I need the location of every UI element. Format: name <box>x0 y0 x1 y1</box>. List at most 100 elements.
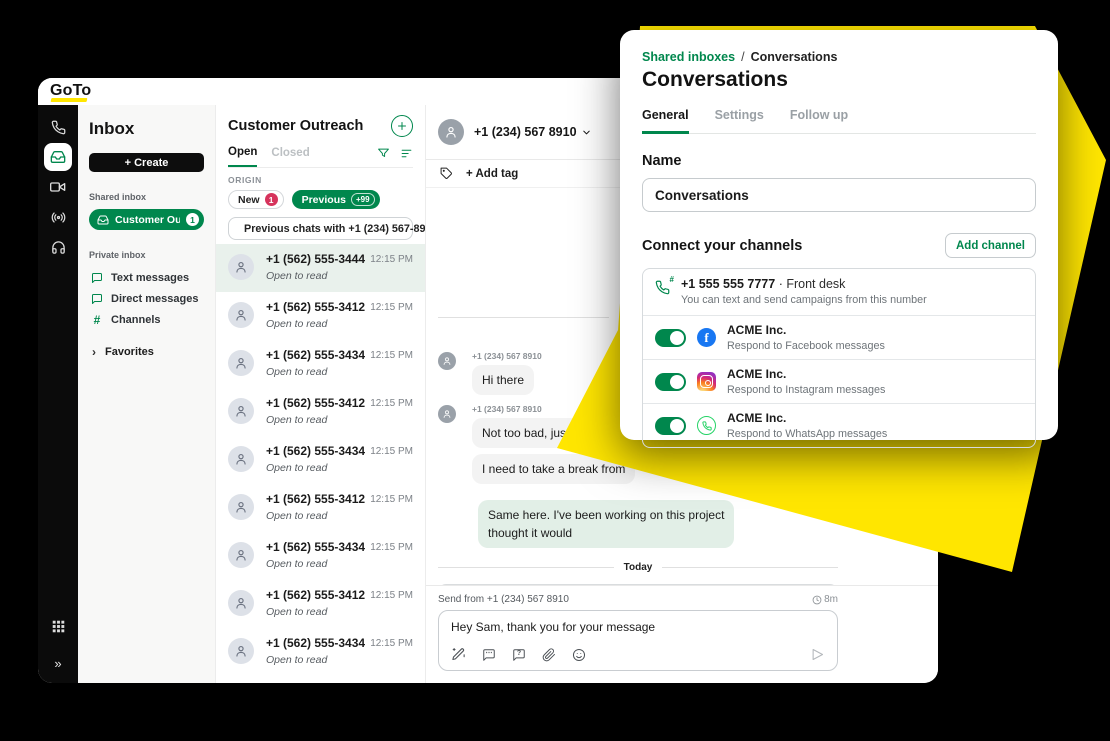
canvas: GoTo » Inbox + Create Shared inbox <box>0 0 1110 741</box>
avatar <box>228 446 254 472</box>
chat-contact-name: +1 (234) 567 8910 <box>474 125 577 139</box>
emoji-icon[interactable] <box>572 648 586 662</box>
conversation-time: 12:15 PM <box>370 350 413 361</box>
channel-description: Respond to WhatsApp messages <box>727 428 887 440</box>
conversation-list-title: Customer Outreach <box>228 118 363 134</box>
tab-open[interactable]: Open <box>228 146 257 167</box>
previous-count-badge: +99 <box>351 193 375 206</box>
facebook-toggle[interactable] <box>655 329 686 347</box>
message-bubble: Same here. I've been working on this pro… <box>478 500 734 548</box>
breadcrumb: Shared inboxes / Conversations <box>642 50 1036 64</box>
conversation-row[interactable]: +1 (562) 555-3412 Open to read 12:15 PM <box>216 676 425 683</box>
avatar <box>228 398 254 424</box>
sidebar-item-customer-outreach[interactable]: Customer Outreach 1 <box>89 209 204 230</box>
sort-icon[interactable] <box>400 147 413 160</box>
page-title: Conversations <box>642 68 1036 92</box>
sidebar-item-direct-messages[interactable]: Direct messages <box>89 288 204 309</box>
conversation-row[interactable]: +1 (562) 555-3434 Open to read 12:15 PM <box>216 628 425 676</box>
contact-avatar <box>438 119 464 145</box>
rail-broadcast-icon[interactable] <box>44 203 72 231</box>
chat-contact-menu[interactable]: +1 (234) 567 8910 <box>474 125 592 139</box>
add-tag-button[interactable]: + Add tag <box>466 168 518 180</box>
channel-name: ACME Inc. <box>727 367 885 381</box>
inbox-icon <box>97 214 109 226</box>
chevron-right-icon: › <box>92 345 96 359</box>
conversation-row[interactable]: +1 (562) 555-3412 Open to read 12:15 PM <box>216 292 425 340</box>
conversation-row[interactable]: +1 (562) 555-3412 Open to read 12:15 PM <box>216 484 425 532</box>
favorites-label: Favorites <box>105 346 154 358</box>
hash-icon: # <box>91 313 103 327</box>
instagram-toggle[interactable] <box>655 373 686 391</box>
rail-phone-icon[interactable] <box>44 113 72 141</box>
conversation-time: 12:15 PM <box>370 638 413 649</box>
rail-contact-center-icon[interactable] <box>44 233 72 261</box>
tab-settings[interactable]: Settings <box>715 108 764 133</box>
rail-expand-icon[interactable]: » <box>54 656 61 671</box>
history-filter-chip[interactable]: Previous chats with +1 (234) 567-8900 × <box>228 217 413 240</box>
add-channel-button[interactable]: Add channel <box>945 233 1036 258</box>
channel-name: ACME Inc. <box>727 323 885 337</box>
clock-icon <box>812 595 822 605</box>
conversation-row[interactable]: +1 (562) 555-3434 Open to read 12:15 PM <box>216 340 425 388</box>
instagram-icon <box>697 372 716 391</box>
name-field-label: Name <box>642 153 1036 169</box>
send-button[interactable] <box>810 647 825 662</box>
conversation-status: Open to read <box>266 270 413 282</box>
conversation-status: Open to read <box>266 654 413 666</box>
conversation-row[interactable]: +1 (562) 555-3412 Open to read 12:15 PM <box>216 580 425 628</box>
message-icon <box>91 272 103 284</box>
breadcrumb-shared-inboxes[interactable]: Shared inboxes <box>642 50 735 64</box>
sidebar-item-channels[interactable]: # Channels <box>89 309 204 330</box>
conversation-row[interactable]: +1 (562) 555-3434 Open to read 12:15 PM <box>216 436 425 484</box>
composer-input[interactable]: Hey Sam, thank you for your message <box>451 620 825 636</box>
goto-logo-swoosh <box>51 98 88 102</box>
filter-icon[interactable] <box>377 147 390 160</box>
sidebar-item-text-messages[interactable]: Text messages <box>89 267 204 288</box>
inbox-settings-card: Shared inboxes / Conversations Conversat… <box>620 30 1058 440</box>
new-count-badge: 1 <box>265 193 278 206</box>
sidebar-title: Inbox <box>89 119 204 139</box>
tab-closed[interactable]: Closed <box>271 147 309 166</box>
whatsapp-toggle[interactable] <box>655 417 686 435</box>
ai-compose-icon[interactable] <box>451 647 466 662</box>
conversation-row[interactable]: +1 (562) 555-3444 Open to read 12:15 PM <box>216 244 425 292</box>
unread-badge: 1 <box>186 213 199 226</box>
tab-general[interactable]: General <box>642 108 689 134</box>
channels-heading: Connect your channels <box>642 238 802 254</box>
facebook-icon: f <box>697 328 716 347</box>
avatar <box>228 542 254 568</box>
composer-box: Hey Sam, thank you for your message ⋯ ? <box>438 610 838 671</box>
conversation-row[interactable]: +1 (562) 555-3412 Open to read 12:15 PM <box>216 388 425 436</box>
send-from-label: Send from +1 (234) 567 8910 <box>438 594 569 605</box>
canned-response-icon[interactable]: ⋯ <box>482 648 496 662</box>
day-divider-label: Today <box>624 562 653 573</box>
history-chip-label: Previous chats with +1 (234) 567-8900 <box>244 223 425 235</box>
avatar <box>228 638 254 664</box>
tab-follow-up[interactable]: Follow up <box>790 108 848 133</box>
create-button[interactable]: + Create <box>89 153 204 172</box>
breadcrumb-current: Conversations <box>751 50 838 64</box>
sidebar-item-favorites[interactable]: › Favorites <box>89 345 204 359</box>
avatar <box>438 352 456 370</box>
day-divider: Today <box>438 562 838 573</box>
name-input[interactable] <box>642 178 1036 212</box>
goto-logo-text: GoTo <box>50 82 91 99</box>
conversation-row[interactable]: +1 (562) 555-3434 Open to read 12:15 PM <box>216 532 425 580</box>
filter-chip-new[interactable]: New 1 <box>228 190 284 209</box>
rail-inbox-icon[interactable] <box>44 143 72 171</box>
rail-meetings-icon[interactable] <box>44 173 72 201</box>
new-conversation-button[interactable] <box>391 115 413 137</box>
rail-apps-icon[interactable] <box>44 612 72 640</box>
attachment-icon[interactable] <box>542 648 556 662</box>
tag-icon <box>440 167 453 180</box>
chip-label: New <box>238 194 260 206</box>
breadcrumb-separator: / <box>741 50 744 64</box>
inbox-sidebar: Inbox + Create Shared inbox Customer Out… <box>78 105 215 683</box>
avatar <box>228 254 254 280</box>
channel-row-whatsapp: ACME Inc. Respond to WhatsApp messages <box>643 403 1035 447</box>
phone-number-icon: # <box>655 280 670 306</box>
survey-icon[interactable]: ? <box>512 648 526 662</box>
avatar <box>438 405 456 423</box>
nav-rail: » <box>38 105 78 683</box>
filter-chip-previous[interactable]: Previous +99 <box>292 190 380 209</box>
